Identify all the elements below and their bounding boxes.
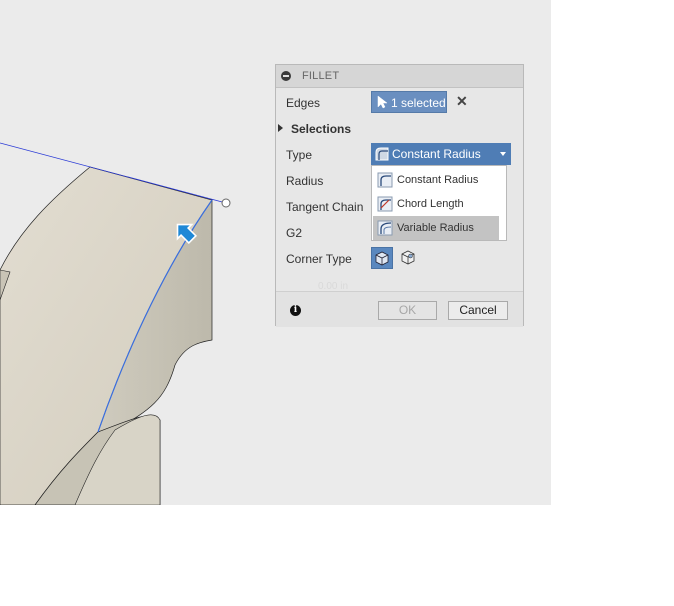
- constant-radius-icon: [377, 172, 393, 188]
- menu-item-chord-length[interactable]: Chord Length: [373, 192, 499, 216]
- type-label: Type: [286, 148, 313, 162]
- chevron-down-icon: [500, 152, 506, 156]
- corner-type-label: Corner Type: [286, 252, 352, 266]
- type-dropdown[interactable]: Constant Radius: [371, 143, 511, 165]
- selections-section[interactable]: Selections: [278, 122, 351, 136]
- menu-item-label: Constant Radius: [397, 174, 479, 186]
- menu-item-constant-radius[interactable]: Constant Radius: [373, 168, 499, 192]
- fillet-dialog: FILLET Edges 1 selected ✕ Selections Typ…: [275, 64, 524, 327]
- menu-item-label: Chord Length: [397, 198, 464, 210]
- tangent-chain-label: Tangent Chain: [286, 200, 364, 214]
- cancel-button[interactable]: Cancel: [448, 301, 508, 320]
- collapse-icon[interactable]: [281, 71, 291, 81]
- edges-label: Edges: [286, 96, 321, 110]
- corner-setback-icon: [375, 251, 389, 266]
- close-icon[interactable]: ✕: [456, 93, 468, 109]
- dialog-titlebar[interactable]: FILLET: [276, 65, 523, 88]
- dialog-footer: i OK Cancel: [276, 291, 523, 327]
- expand-triangle-icon: [278, 124, 283, 132]
- edges-selection-button[interactable]: 1 selected: [371, 91, 447, 113]
- constant-radius-icon: [375, 147, 389, 161]
- cursor-icon: [377, 95, 388, 109]
- radius-label: Radius: [286, 174, 324, 188]
- chord-length-icon: [377, 196, 393, 212]
- corner-type-setback-button[interactable]: [371, 247, 393, 269]
- dialog-title: FILLET: [302, 70, 340, 82]
- edges-selection-count: 1 selected: [391, 96, 446, 110]
- corner-rolling-ball-icon: [401, 250, 415, 265]
- menu-item-variable-radius[interactable]: Variable Radius: [373, 216, 499, 240]
- ok-button[interactable]: OK: [378, 301, 437, 320]
- info-icon[interactable]: i: [290, 305, 301, 316]
- line-endpoint[interactable]: [221, 198, 231, 208]
- variable-radius-icon: [377, 220, 393, 236]
- corner-type-rolling-ball-button[interactable]: [398, 247, 420, 269]
- menu-item-label: Variable Radius: [397, 222, 474, 234]
- selections-label: Selections: [291, 122, 352, 136]
- type-selected-value: Constant Radius: [392, 147, 481, 161]
- g2-label: G2: [286, 226, 303, 240]
- type-dropdown-menu: Constant Radius Chord Length Variable Ra…: [371, 165, 507, 241]
